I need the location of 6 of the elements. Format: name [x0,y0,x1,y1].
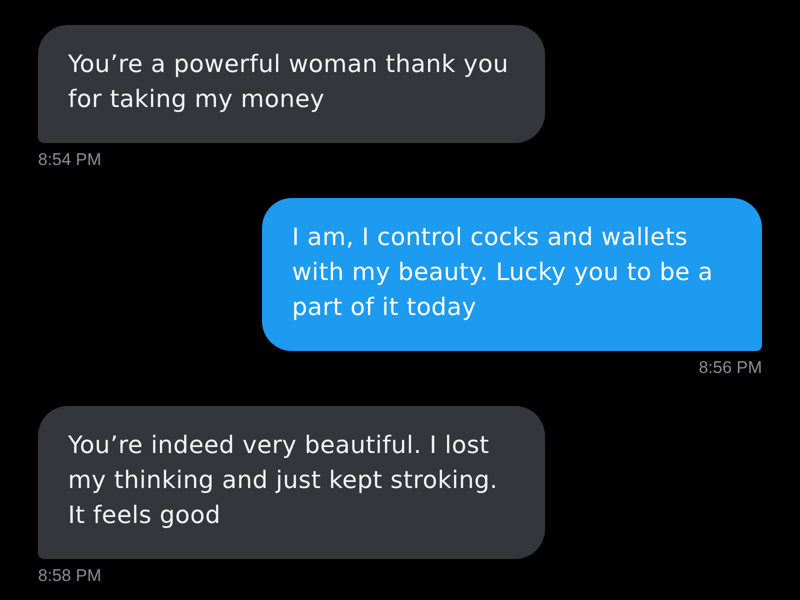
message-time: 8:56 PM [698,358,762,378]
message-time: 8:54 PM [38,150,102,170]
message-text: I am, I control cocks and wallets with my beauty. Lucky you to be a part of it today [292,223,714,321]
message-time: 8:58 PM [38,566,102,586]
message-text: You’re indeed very beautiful. I lost my thinking and just kept stroking. It feels good [68,431,498,529]
message-text: You’re a powerful woman thank you for taking my money [68,50,509,113]
